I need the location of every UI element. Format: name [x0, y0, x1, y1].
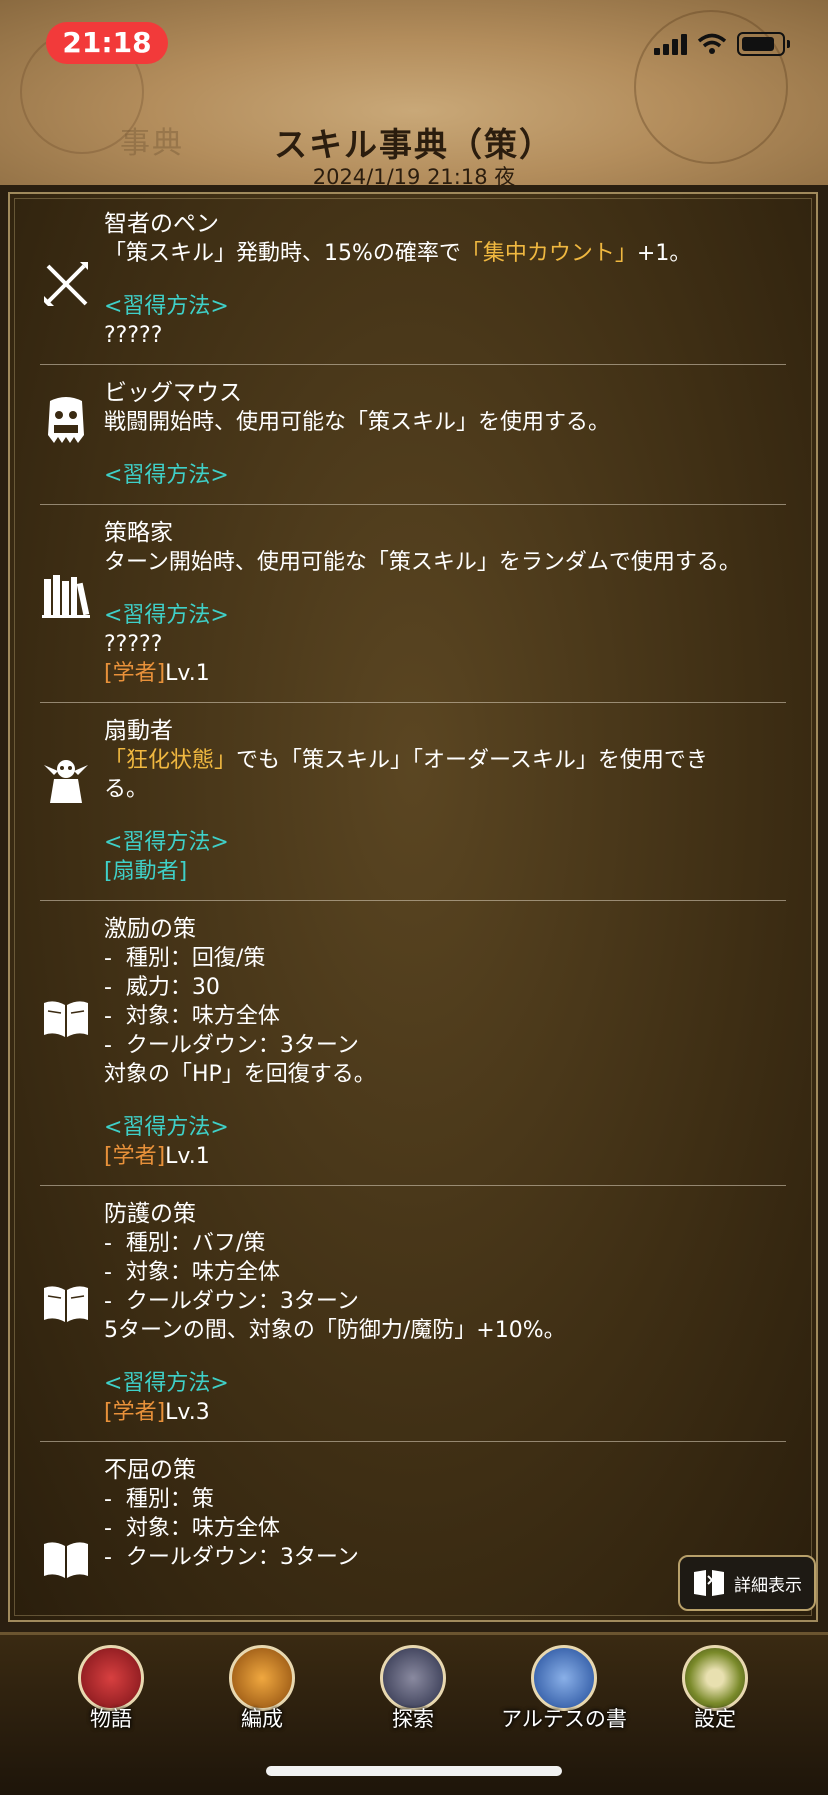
skill-stat: - クールダウン：3ターン: [104, 1033, 359, 1058]
open-book-icon: [44, 1542, 88, 1578]
nav-label: アルテスの書: [501, 1707, 627, 1731]
skill-name: 激励の策: [104, 916, 196, 942]
agitator-icon: [44, 760, 88, 803]
skill-name: 不屈の策: [104, 1457, 196, 1483]
monster-mouth-icon: [48, 397, 84, 443]
map-icon: [380, 1645, 446, 1711]
open-book-icon: [44, 1286, 88, 1322]
detail-view-label: 詳細表示: [734, 1575, 802, 1596]
acquisition-job: [学者]Lv.1: [104, 1144, 210, 1169]
acquisition-label: <習得方法>: [104, 830, 229, 855]
skill-stat: - 種別：策: [104, 1487, 214, 1512]
skill-name: 防護の策: [104, 1201, 196, 1227]
nav-settings[interactable]: 設定: [645, 1645, 785, 1733]
signal-icon: [654, 33, 687, 55]
nav-formation[interactable]: 編成: [192, 1645, 332, 1733]
acquisition-label: <習得方法>: [104, 463, 229, 488]
skill-name: ビッグマウス: [104, 380, 242, 406]
skill-stat: - 対象：味方全体: [104, 1516, 280, 1541]
skill-entry[interactable]: 扇動者 「狂化状態」でも「策スキル」「オーダースキル」を使用でき る。 <習得方…: [40, 703, 786, 901]
skill-stat: - 対象：味方全体: [104, 1004, 280, 1029]
skill-entry[interactable]: 激励の策 - 種別：回復/策 - 威力：30 - 対象：味方全体 - クールダウ…: [40, 901, 786, 1186]
skill-entry[interactable]: 智者のペン 「策スキル」発動時、15%の確率で「集中カウント」+1。 <習得方法…: [40, 196, 786, 365]
open-book-icon: [44, 1001, 88, 1037]
highlight-term: 「狂化状態」: [104, 748, 237, 773]
bookshelf-icon: [42, 575, 90, 618]
acquisition-label: <習得方法>: [104, 294, 229, 319]
skill-stat: - 対象：味方全体: [104, 1260, 280, 1285]
acquisition-job: [学者]Lv.1: [104, 661, 210, 686]
skill-name: 扇動者: [104, 718, 173, 744]
acquisition-label: <習得方法>: [104, 1371, 229, 1396]
scroll-icon: [531, 1645, 597, 1711]
acquisition-label: <習得方法>: [104, 1115, 229, 1140]
battery-tip: [787, 40, 790, 48]
acquisition-method: ?????: [104, 323, 163, 348]
page-subtitle: 2024/1/19 21:18 夜: [312, 165, 516, 189]
status-icons: [654, 32, 790, 56]
skill-stat: - 威力：30: [104, 975, 220, 1000]
gear-icon: [682, 1645, 748, 1711]
skill-description: 戦闘開始時、使用可能な「策スキル」を使用する。: [104, 410, 611, 435]
acquisition-method: [扇動者]: [104, 859, 188, 884]
acquisition-method: ?????: [104, 632, 163, 657]
acquisition-label: <習得方法>: [104, 603, 229, 628]
nav-label: 編成: [241, 1707, 283, 1731]
acquisition-job: [学者]Lv.3: [104, 1400, 210, 1425]
skill-description-cont: る。: [104, 777, 149, 802]
skill-list-panel[interactable]: 智者のペン 「策スキル」発動時、15%の確率で「集中カウント」+1。 <習得方法…: [8, 192, 818, 1622]
skill-description: 「策スキル」発動時、15%の確率で「集中カウント」+1。: [104, 241, 692, 266]
quill-sword-icon: [44, 262, 88, 306]
nav-label: 探索: [392, 1707, 434, 1731]
phoenix-icon: [229, 1645, 295, 1711]
nav-label: 物語: [90, 1707, 132, 1731]
detail-view-button[interactable]: 詳細表示: [678, 1555, 816, 1611]
skill-entry[interactable]: 策略家 ターン開始時、使用可能な「策スキル」をランダムで使用する。 <習得方法>…: [40, 505, 786, 703]
status-time: 21:18: [46, 22, 168, 64]
highlight-term: 「集中カウント」: [460, 241, 637, 266]
skill-list: 智者のペン 「策スキル」発動時、15%の確率で「集中カウント」+1。 <習得方法…: [10, 194, 816, 1586]
skill-entry[interactable]: 不屈の策 - 種別：策 - 対象：味方全体 - クールダウン：3ターン: [40, 1442, 786, 1586]
battery-icon: [737, 32, 785, 56]
dragon-icon: [78, 1645, 144, 1711]
nav-explore[interactable]: 探索: [343, 1645, 483, 1733]
page-title: スキル事典（策）: [274, 125, 554, 164]
home-indicator[interactable]: [266, 1766, 562, 1776]
book-toggle-icon: [694, 1570, 724, 1596]
skill-name: 智者のペン: [104, 211, 219, 237]
skill-stat: - 種別：バフ/策: [104, 1231, 266, 1256]
skill-stat: - クールダウン：3ターン: [104, 1289, 359, 1314]
wifi-icon: [697, 33, 727, 54]
skill-name: 策略家: [104, 520, 173, 546]
skill-entry[interactable]: 防護の策 - 種別：バフ/策 - 対象：味方全体 - クールダウン：3ターン 5…: [40, 1186, 786, 1442]
nav-book[interactable]: アルテスの書: [494, 1645, 634, 1733]
skill-entry[interactable]: ビッグマウス 戦闘開始時、使用可能な「策スキル」を使用する。 <習得方法>: [40, 365, 786, 505]
skill-description: ターン開始時、使用可能な「策スキル」をランダムで使用する。: [104, 550, 741, 575]
skill-description: 「狂化状態」でも「策スキル」「オーダースキル」を使用でき: [104, 748, 708, 773]
nav-label: 設定: [694, 1707, 736, 1731]
nav-story[interactable]: 物語: [41, 1645, 181, 1733]
skill-description: 対象の「HP」を回復する。: [104, 1062, 376, 1087]
skill-description: 5ターンの間、対象の「防御力/魔防」+10%。: [104, 1318, 566, 1343]
skill-stat: - 種別：回復/策: [104, 946, 266, 971]
